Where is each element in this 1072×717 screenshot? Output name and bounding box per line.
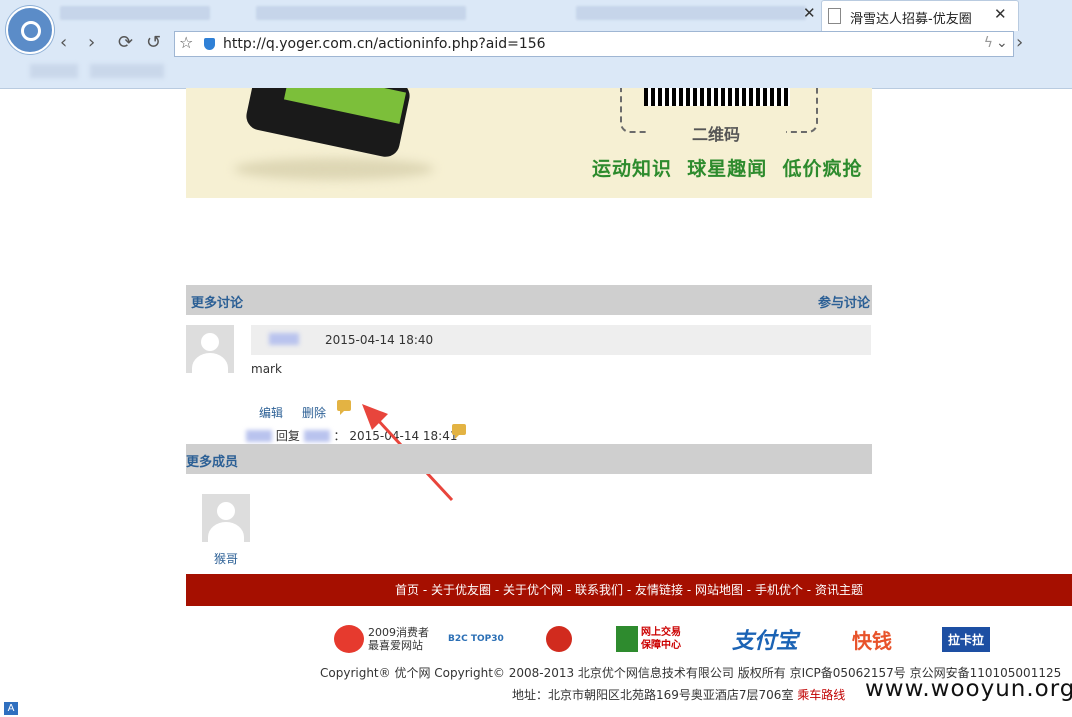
page-icon: [828, 8, 841, 24]
qr-code: [644, 88, 790, 106]
browser-chrome: ✕ 滑雪达人招募-优友圈 ✕ ‹ › ⟳ ↺ ☆ http://q.yoger.…: [0, 0, 1072, 89]
post-header: 2015-04-14 18:40: [251, 325, 871, 355]
avatar[interactable]: [186, 325, 234, 373]
url-text[interactable]: http://q.yoger.com.cn/actioninfo.php?aid…: [223, 36, 546, 52]
next-icon[interactable]: ›: [1016, 32, 1023, 53]
join-discussion-link[interactable]: 参与讨论: [818, 292, 870, 311]
members-header: 更多成员: [186, 444, 872, 474]
seal-badge[interactable]: [546, 620, 572, 658]
consumer-award-badge[interactable]: 2009消费者 最喜爱网站: [334, 620, 429, 658]
route-link[interactable]: 乘车路线: [797, 688, 845, 702]
back-icon[interactable]: ‹: [60, 32, 67, 53]
tab-strip: ✕ 滑雪达人招募-优友圈 ✕: [56, 0, 1072, 31]
delete-link[interactable]: 删除: [302, 404, 326, 421]
badge-text: 支付宝: [732, 629, 799, 654]
reply-label: 回复: [275, 429, 300, 443]
badge-text: 拉卡拉: [942, 626, 991, 652]
username-blurred[interactable]: [246, 430, 272, 442]
tab-close-icon[interactable]: ✕: [803, 4, 816, 22]
dropdown-icon[interactable]: ⌄: [996, 35, 1008, 51]
b2c-badge[interactable]: B2C TOP30: [448, 620, 504, 658]
slogan-item: 球星趣闻: [687, 158, 768, 180]
status-icon: A: [4, 702, 18, 715]
badge-text: 网上交易: [641, 627, 681, 638]
footer-link[interactable]: 网站地图: [695, 583, 743, 597]
shield-icon: [616, 626, 638, 652]
address-bar[interactable]: ☆ http://q.yoger.com.cn/actioninfo.php?a…: [174, 31, 1014, 57]
badge-text: B2C TOP30: [448, 634, 504, 644]
forward-icon[interactable]: ›: [88, 32, 95, 53]
shield-icon: [204, 38, 215, 50]
alipay-badge[interactable]: 支付宝: [732, 620, 798, 658]
address-text: 地址：北京市朝阳区北苑路169号奥亚酒店7层706室: [512, 688, 794, 702]
phone-shadow: [234, 158, 434, 180]
member-avatar[interactable]: [202, 494, 250, 542]
award-icon: [334, 625, 364, 653]
lakala-badge[interactable]: 拉卡拉: [942, 620, 991, 658]
undo-icon[interactable]: ↺: [146, 32, 161, 53]
tab-title: 滑雪达人招募-优友圈: [850, 12, 972, 27]
more-discussion-link[interactable]: 更多讨论: [191, 292, 243, 311]
slogan-item: 低价疯抢: [782, 158, 863, 180]
bookmark-blurred[interactable]: [90, 64, 164, 78]
browser-logo-icon[interactable]: [6, 6, 54, 54]
more-members-link[interactable]: 更多成员: [186, 451, 238, 470]
bookmark-bar: [0, 58, 1072, 84]
star-icon[interactable]: ☆: [179, 33, 193, 52]
tab-active[interactable]: 滑雪达人招募-优友圈 ✕: [821, 0, 1019, 31]
footer-nav: 首页 - 关于优友圈 - 关于优个网 - 联系我们 - 友情链接 - 网站地图 …: [186, 574, 1072, 606]
post-body: mark: [251, 362, 282, 376]
badge-text: 最喜爱网站: [368, 639, 423, 652]
footer-link[interactable]: 关于优友圈: [431, 583, 491, 597]
nav-bar: ‹ › ⟳ ↺ ☆ http://q.yoger.com.cn/actionin…: [56, 30, 1072, 58]
footer-link[interactable]: 资讯主题: [815, 583, 863, 597]
footer-link-home[interactable]: 首页: [395, 583, 419, 597]
tab-blurred[interactable]: [256, 6, 466, 20]
footer-link[interactable]: 友情链接: [635, 583, 683, 597]
edit-link[interactable]: 编辑: [259, 404, 283, 421]
discussion-header: 更多讨论 参与讨论: [186, 285, 872, 315]
footer-link[interactable]: 手机优个: [755, 583, 803, 597]
username-blurred[interactable]: [303, 430, 330, 442]
tab-close-icon[interactable]: ✕: [994, 5, 1007, 23]
badge-text: 保障中心: [641, 640, 681, 651]
address-line: 地址：北京市朝阳区北苑路169号奥亚酒店7层706室 乘车路线: [512, 686, 845, 703]
reload-icon[interactable]: ⟳: [118, 32, 133, 53]
tab-blurred[interactable]: [576, 6, 806, 20]
footer-link[interactable]: 联系我们: [575, 583, 623, 597]
qr-label: 二维码: [646, 121, 786, 145]
username-blurred[interactable]: [269, 333, 299, 345]
slogan: 运动知识 球星趣闻 低价疯抢: [592, 154, 863, 181]
slogan-item: 运动知识: [592, 158, 673, 180]
bookmark-blurred[interactable]: [30, 64, 78, 78]
seal-icon: [546, 626, 572, 652]
watermark: www.wooyun.org: [865, 676, 1072, 702]
member-name[interactable]: 猴哥: [202, 550, 250, 567]
kuaiqian-badge[interactable]: 快钱: [852, 620, 892, 658]
badge-text: 2009消费者: [368, 626, 429, 639]
bolt-icon[interactable]: ϟ: [984, 35, 993, 51]
badge-text: 快钱: [852, 628, 892, 653]
footer-link[interactable]: 关于优个网: [503, 583, 563, 597]
post-time: 2015-04-14 18:40: [325, 333, 434, 347]
promo-banner: 二维码 运动知识 球星趣闻 低价疯抢: [186, 88, 872, 198]
tab-blurred[interactable]: [60, 6, 210, 20]
trade-badge[interactable]: 网上交易 保障中心: [616, 620, 681, 658]
